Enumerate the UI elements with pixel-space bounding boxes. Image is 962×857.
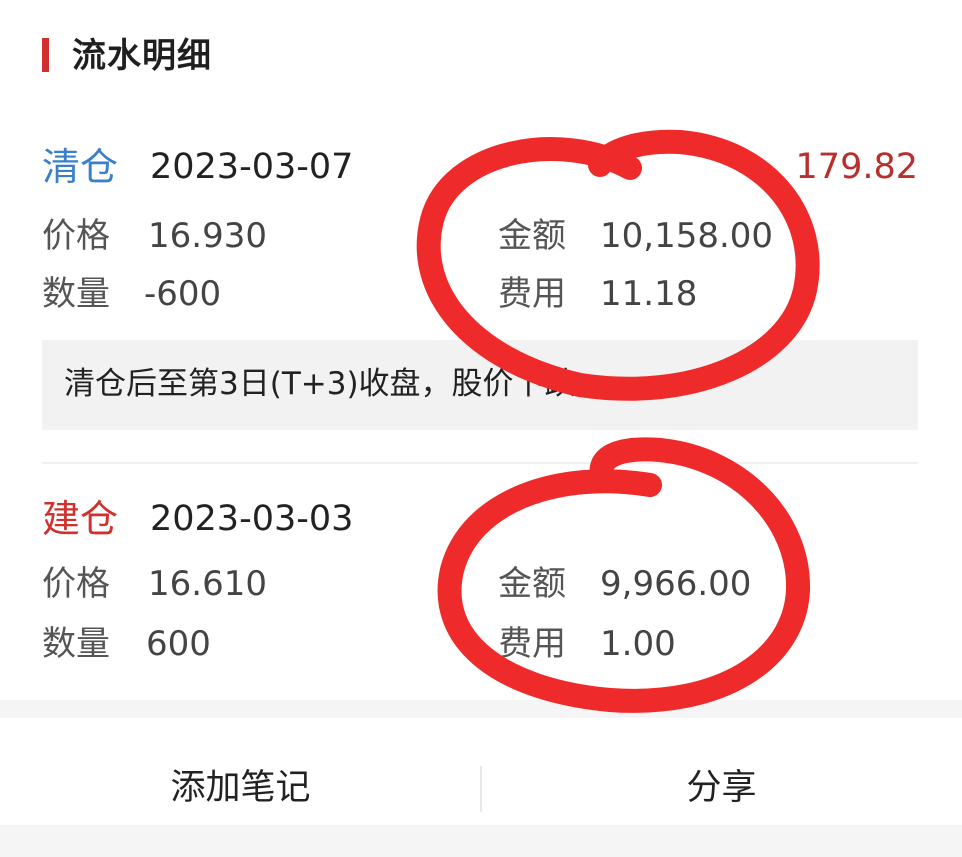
fee-label: 费用 [498, 274, 566, 314]
amount-label: 金额 [498, 216, 566, 256]
add-note-button[interactable]: 添加笔记 [0, 758, 481, 818]
post-sell-note: 清仓后至第3日(T+3)收盘，股价下跌 [42, 340, 918, 430]
amount-value: 9,966.00 [600, 564, 752, 604]
record-type: 建仓 [42, 497, 119, 541]
record-profit: 179.82 [795, 147, 918, 187]
section-header: 流水明细 [42, 34, 922, 78]
fee-value: 1.00 [600, 624, 676, 664]
amount-value: 10,158.00 [600, 216, 774, 256]
price-label: 价格 [42, 216, 110, 256]
price-value: 16.610 [148, 564, 267, 604]
quantity-value: 600 [146, 624, 211, 664]
record-date: 2023-03-03 [150, 499, 354, 539]
share-button[interactable]: 分享 [481, 758, 962, 818]
page-title: 流水明细 [72, 36, 212, 76]
price-label: 价格 [42, 564, 110, 604]
accent-bar [42, 38, 49, 72]
transaction-record-sell[interactable]: 清仓 2023-03-07 179.82 价格 16.930 数量 -600 金… [42, 142, 918, 322]
note-text: 清仓后至第3日(T+3)收盘，股价下跌 [64, 366, 576, 402]
quantity-value: -600 [144, 274, 222, 314]
price-value: 16.930 [148, 216, 267, 256]
quantity-label: 数量 [42, 624, 110, 664]
quantity-label: 数量 [42, 274, 110, 314]
transaction-record-buy[interactable]: 建仓 2023-03-03 价格 16.610 数量 600 金额 9,966.… [42, 494, 918, 674]
fee-value: 11.18 [600, 274, 698, 314]
bottom-strip [0, 825, 962, 857]
amount-label: 金额 [498, 564, 566, 604]
record-date: 2023-03-07 [150, 147, 354, 187]
record-type: 清仓 [42, 145, 119, 189]
record-divider [42, 462, 918, 464]
fee-label: 费用 [498, 624, 566, 664]
